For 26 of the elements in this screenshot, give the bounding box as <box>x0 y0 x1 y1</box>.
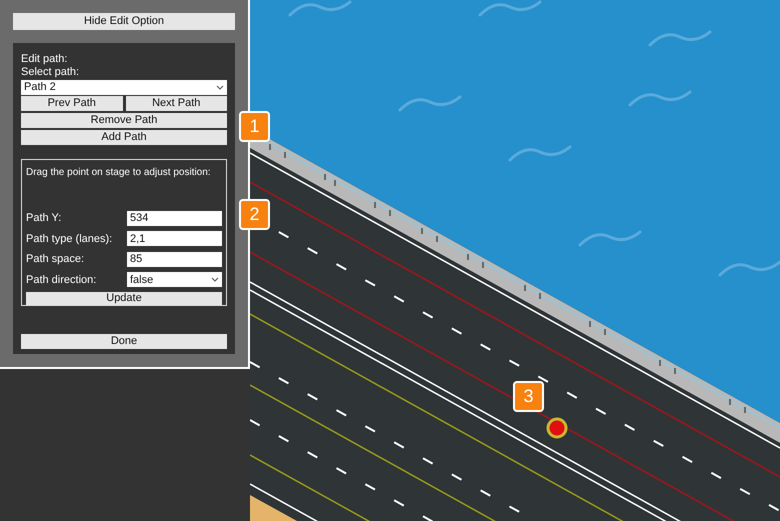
callout-badge: 2 <box>239 199 270 230</box>
nav-button[interactable]: Prev Path <box>21 96 122 111</box>
dropdown[interactable]: false <box>127 272 222 288</box>
input-field[interactable]: 534 <box>127 210 222 226</box>
field-label: Path Y: <box>26 211 62 226</box>
instruction-text: Drag the point on stage to adjust position: <box>26 166 212 179</box>
drag-point-handle[interactable] <box>546 418 568 438</box>
done-button[interactable]: Done <box>21 334 227 349</box>
path-action-button[interactable]: Remove Path <box>21 113 227 128</box>
field-label: Path direction: <box>26 272 96 288</box>
update-button[interactable]: Update <box>26 292 222 305</box>
sand-patch <box>250 495 297 521</box>
callout-badge: 3 <box>513 381 544 412</box>
input-field[interactable]: 2,1 <box>127 231 222 246</box>
path-action-button[interactable]: Add Path <box>21 130 227 145</box>
nav-button[interactable]: Next Path <box>126 96 227 111</box>
path-dropdown[interactable]: Path 2 <box>21 80 227 95</box>
chevron-icon <box>211 277 219 282</box>
field-label: Select path: <box>21 66 80 79</box>
chevron-icon <box>216 85 224 90</box>
field-label: Path type (lanes): <box>26 232 112 246</box>
input-field[interactable]: 85 <box>127 252 222 267</box>
field-label: Path space: <box>26 252 84 267</box>
callout-badge: 1 <box>239 111 270 142</box>
hide-edit-option-button[interactable]: Hide Edit Option <box>13 13 235 30</box>
section-label: Edit path: <box>21 53 68 66</box>
